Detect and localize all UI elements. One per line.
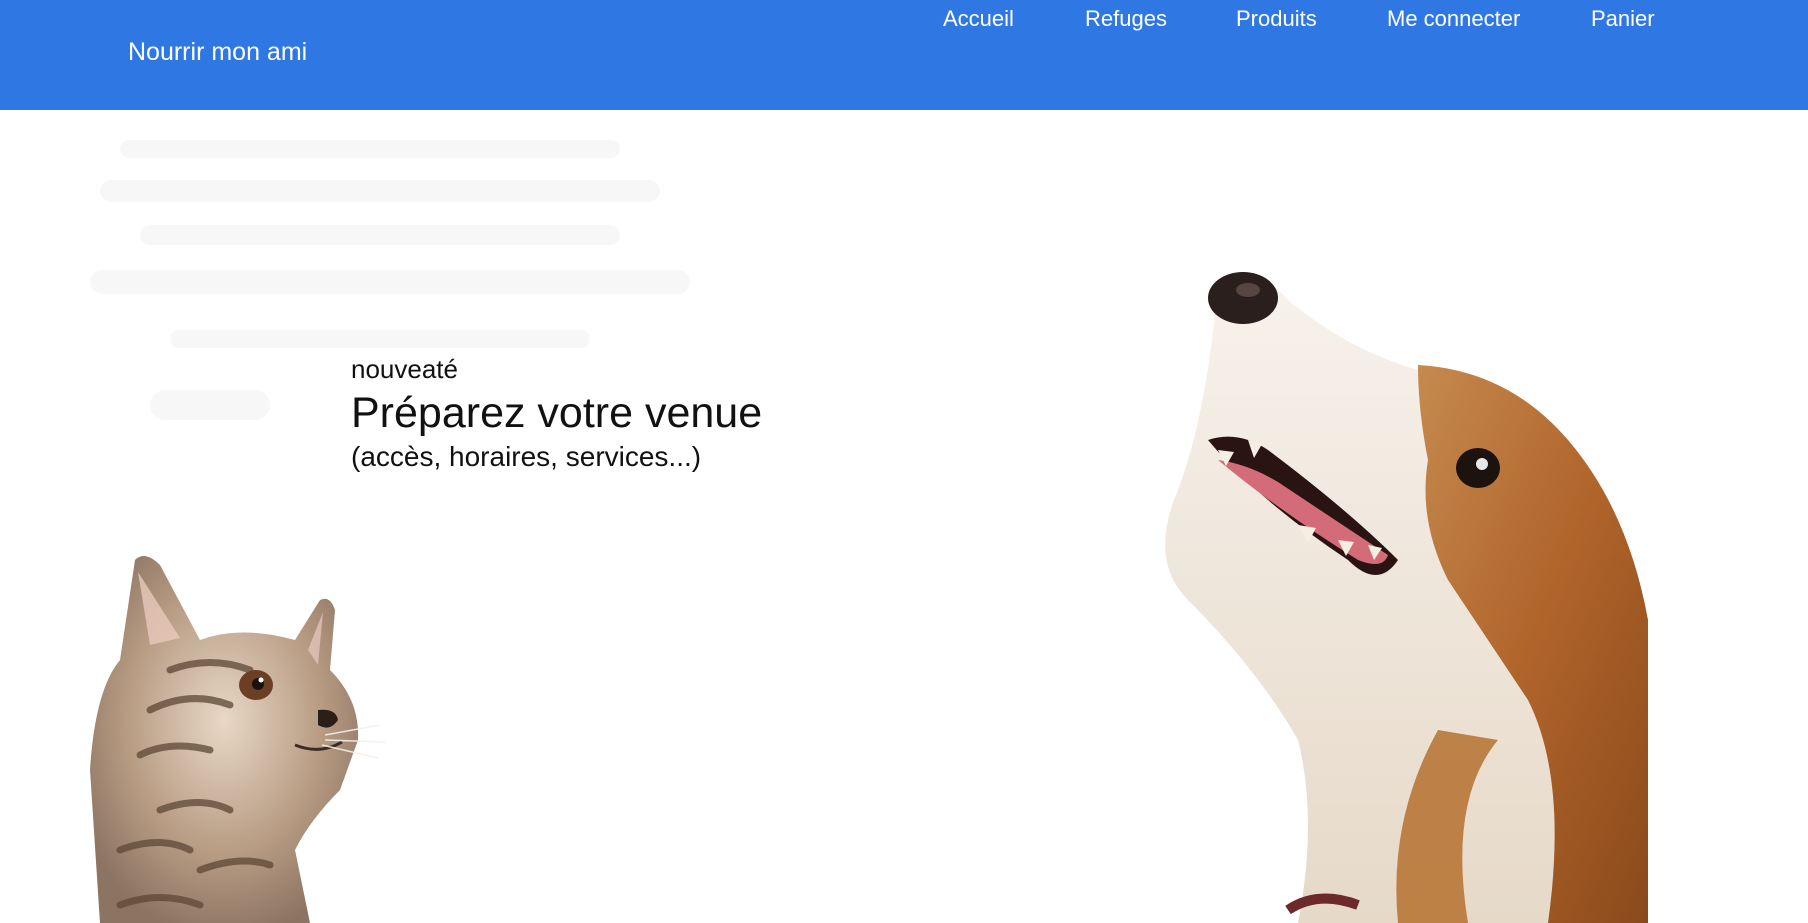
nav-link-produits[interactable]: Produits: [1236, 6, 1317, 32]
hero-headline: Préparez votre venue: [351, 389, 763, 437]
dog-photo: [1165, 272, 1648, 923]
nav-link-refuges[interactable]: Refuges: [1085, 6, 1167, 32]
nav-link-accueil[interactable]: Accueil: [943, 6, 1014, 32]
hero-text-block: nouveaté Préparez votre venue (accès, ho…: [351, 354, 762, 474]
nav-link-me-connecter[interactable]: Me connecter: [1387, 6, 1520, 32]
kitten-photo: [90, 556, 386, 923]
top-navbar: Nourrir mon ami Accueil Refuges Produits…: [0, 0, 1808, 110]
nav-link-panier[interactable]: Panier: [1591, 6, 1655, 32]
hero-banner: nouveaté Préparez votre venue (accès, ho…: [0, 110, 1808, 923]
hero-subline: (accès, horaires, services...): [351, 441, 702, 472]
brand-link[interactable]: Nourrir mon ami: [128, 38, 307, 67]
hero-eyebrow: nouveaté: [351, 354, 458, 384]
